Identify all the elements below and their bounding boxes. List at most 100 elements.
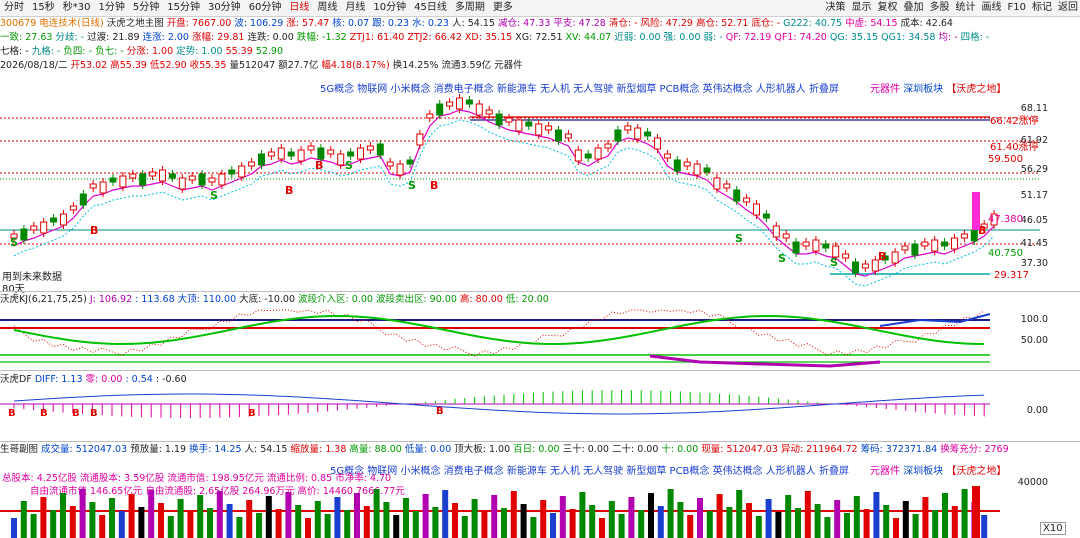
vol-bar	[873, 492, 880, 538]
candle-body	[753, 203, 760, 216]
tab-period[interactable]: 月线	[341, 0, 369, 16]
bar-open: 开53.02	[70, 60, 108, 71]
candle-body	[109, 177, 117, 183]
qg-value: QG: 35.15	[829, 32, 879, 43]
df-title[interactable]: 沃虎DF	[0, 374, 32, 385]
tab-period[interactable]: 45日线	[410, 0, 451, 16]
kdj-chart[interactable]	[0, 306, 1080, 370]
tab-period[interactable]: 30分钟	[204, 0, 245, 16]
volume-chart[interactable]	[0, 456, 1080, 538]
df-v1: : 0.54	[125, 374, 153, 385]
limit-up-label-2: 66.42涨停	[990, 116, 1039, 127]
toolbar-tool[interactable]: 统计	[956, 2, 976, 13]
lianzhang-value: 连涨: 2.00	[142, 32, 189, 43]
vol-bar	[363, 506, 370, 538]
candle-body	[119, 175, 127, 188]
candle-body	[762, 213, 770, 219]
vol-bar	[354, 493, 360, 538]
kdj-j: J: 106.92	[89, 294, 133, 305]
jinruo-value: 近弱: 0.00	[614, 32, 661, 43]
candle-body	[703, 167, 711, 173]
toolbar-tool[interactable]: 显示	[852, 2, 872, 13]
tab-period[interactable]: 15分钟	[163, 0, 204, 16]
df-chart[interactable]: BBBBBB	[0, 386, 1080, 438]
candle-body	[258, 153, 265, 166]
vol-bar	[187, 512, 194, 538]
tab-period[interactable]: 分时	[0, 0, 28, 16]
toolbar-tool[interactable]: F10	[1008, 2, 1026, 13]
tab-period[interactable]: 10分钟	[369, 0, 410, 16]
vol-bar	[158, 503, 164, 538]
liandie-value: 连跌: 0.00	[247, 32, 294, 43]
candle-body	[149, 171, 157, 177]
vol-bar	[383, 502, 390, 538]
he-value: 核: 0.07	[332, 18, 370, 29]
candle-body	[327, 149, 335, 155]
candle-body	[446, 101, 454, 107]
jun-value: 均: -	[938, 32, 958, 43]
vol-item: 百日: 0.00	[513, 444, 560, 455]
candle-body	[307, 145, 315, 151]
tab-period[interactable]: 日线	[285, 0, 313, 16]
vol-bar	[256, 513, 262, 538]
toolbar-tool[interactable]: 返回	[1058, 2, 1078, 13]
toolbar-tool[interactable]: 叠加	[904, 2, 924, 13]
toolbar-tool[interactable]: 画线	[982, 2, 1002, 13]
ztj1-value: ZTJ1: 61.40	[349, 32, 405, 43]
tab-period[interactable]: 多周期	[451, 0, 489, 16]
candle-body	[267, 151, 275, 157]
tab-period[interactable]: 更多	[489, 0, 517, 16]
fenzhang-value: 分涨: 1.00	[126, 46, 174, 57]
gaocang-value: 高仓: 52.71	[696, 18, 749, 29]
signal-marker: S	[830, 256, 838, 269]
tab-period[interactable]: 1分钟	[94, 0, 128, 16]
qf1-value: QF1: 74.20	[774, 32, 827, 43]
candle-body	[891, 251, 899, 264]
vol-item: 高量: 88.00	[349, 444, 402, 455]
tab-period[interactable]: 秒*30	[59, 0, 95, 16]
candlestick-chart[interactable]: BS BB SS BSS S BBS	[0, 74, 1080, 290]
toolbar-tool[interactable]: 多股	[930, 2, 950, 13]
signal-marker: B	[315, 159, 323, 172]
toolbar-tool[interactable]: 决策	[826, 2, 846, 13]
bar-float: 流通3.59亿	[441, 60, 492, 71]
vol-header: 生哥副图 成交量: 512047.03 预放量: 1.19 换手: 14.25 …	[0, 443, 1080, 457]
vol-title[interactable]: 生哥副图	[0, 444, 38, 455]
candle-body	[584, 153, 592, 159]
tab-period[interactable]: 15秒	[28, 0, 59, 16]
indicator-header-line1: 300679 电连技术(日线) 沃虎之地主图 开盘: 7667.00 波: 10…	[0, 17, 1080, 31]
vol-item: 人: 54.15	[244, 444, 288, 455]
candle-body	[159, 169, 166, 182]
kdj-title[interactable]: 沃虎KJ(6,21,75,25)	[0, 294, 87, 305]
tab-period[interactable]: 5分钟	[129, 0, 163, 16]
zoom-indicator[interactable]: X10	[1040, 522, 1066, 535]
candle-body	[297, 149, 305, 162]
vol-bar	[109, 498, 115, 538]
candle-body	[693, 163, 701, 176]
df-signal: B	[40, 408, 48, 419]
toolbar-tool[interactable]: 标记	[1032, 2, 1052, 13]
tab-period[interactable]: 周线	[313, 0, 341, 16]
jiuge-value: 九格: -	[31, 46, 61, 57]
vol-item: 十: 0.00	[661, 444, 699, 455]
signal-marker: B	[430, 179, 438, 192]
kdj-header: 沃虎KJ(6,21,75,25) J: 106.92 : 113.68 大顶: …	[0, 293, 1080, 307]
g222-value: G222: 40.75	[783, 18, 843, 29]
kdj-dadi: 大底: -10.00	[239, 294, 296, 305]
stock-code-name[interactable]: 300679 电连技术(日线)	[0, 18, 104, 29]
candle-body	[50, 217, 58, 223]
bar-close: 收55.35	[189, 60, 227, 71]
gen-value: 跟: 0.23	[372, 18, 410, 29]
fenqi-value: 分歧: -	[55, 32, 85, 43]
vol-bar	[961, 489, 968, 538]
tab-period[interactable]: 60分钟	[245, 0, 286, 16]
main-indicator-name[interactable]: 沃虎之地主图	[107, 18, 164, 29]
ztj2-value: ZTJ2: 66.42	[407, 32, 462, 43]
signal-marker: S	[10, 236, 18, 249]
candle-body	[782, 233, 790, 239]
vol-bar	[795, 508, 801, 538]
candle-body	[287, 151, 295, 157]
vol-bar	[128, 494, 135, 538]
toolbar-tool[interactable]: 复权	[878, 2, 898, 13]
candle-body	[129, 173, 137, 179]
